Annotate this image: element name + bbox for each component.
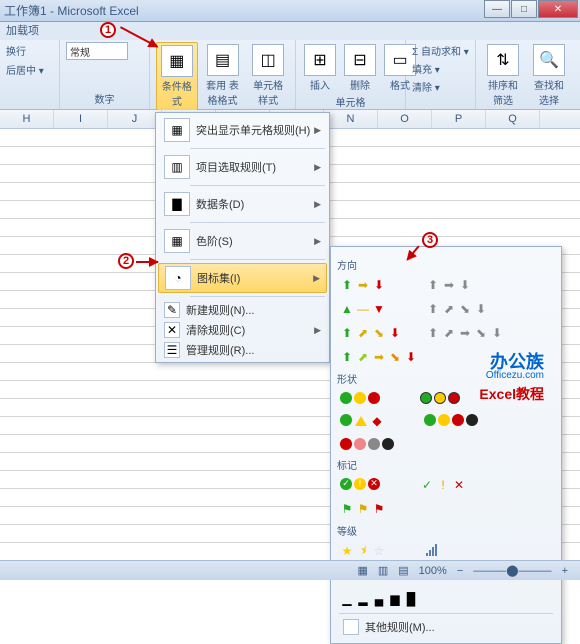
iconset-3triangles[interactable]: ▲—▼ bbox=[337, 299, 389, 319]
topbottom-icon: ▥ bbox=[164, 155, 190, 179]
column-header[interactable]: Q bbox=[486, 110, 540, 128]
cell-styles-icon: ◫ bbox=[252, 44, 284, 76]
number-format-combo[interactable]: 常规 bbox=[66, 42, 128, 60]
sort-filter-button[interactable]: ⇅排序和筛选 bbox=[482, 42, 524, 109]
ribbon-tab[interactable]: 加载项 bbox=[0, 22, 580, 40]
new-rule-item[interactable]: ✎新建规则(N)... bbox=[158, 300, 327, 320]
ratings-section: 等级 bbox=[337, 523, 555, 538]
iconset-3arrows-colored[interactable]: ⬆➡⬇ bbox=[337, 275, 389, 295]
group-numbers: 数字 bbox=[66, 91, 143, 107]
callout-2: 2 bbox=[118, 253, 134, 269]
sort-icon: ⇅ bbox=[487, 44, 519, 76]
zoom-in-button[interactable]: + bbox=[562, 565, 568, 577]
callout-1: 1 bbox=[100, 22, 116, 38]
iconset-5arrows-colored[interactable]: ⬆⬈➡⬊⬇ bbox=[337, 347, 421, 367]
iconset-redtoback[interactable] bbox=[337, 435, 397, 453]
find-select-button[interactable]: 🔍查找和选择 bbox=[528, 42, 570, 109]
column-header[interactable]: H bbox=[0, 110, 54, 128]
close-button[interactable]: ✕ bbox=[538, 0, 578, 18]
direction-section: 方向 bbox=[337, 257, 555, 272]
callout-arrow-2 bbox=[136, 261, 158, 263]
status-bar: ▦ ▥ ▤ 100% − ———⬤——— + bbox=[0, 560, 580, 580]
view-normal-icon[interactable]: ▦ bbox=[357, 564, 367, 577]
iconset-3stars[interactable]: ★⯨☆ bbox=[337, 541, 389, 561]
icon-sets-submenu: 方向 ⬆➡⬇ ⬆➡⬇ ▲—▼ ⬆⬈⬊⬇ ⬆⬈⬊⬇ ⬆⬈➡⬊⬇ ⬆⬈➡⬊⬇ 形状 … bbox=[330, 246, 562, 644]
zoom-level[interactable]: 100% bbox=[419, 565, 447, 577]
iconset-3symbols-circled[interactable]: ✓!✕ bbox=[337, 475, 383, 495]
submenu-arrow-icon: ▶ bbox=[313, 273, 320, 284]
group-cells: 单元格 bbox=[302, 94, 399, 110]
iconset-4arrows-colored[interactable]: ⬆⬈⬊⬇ bbox=[337, 323, 405, 343]
column-header[interactable]: N bbox=[324, 110, 378, 128]
manage-rules-item[interactable]: ☰管理规则(R)... bbox=[158, 340, 327, 360]
highlight-icon: ▦ bbox=[164, 118, 190, 142]
view-layout-icon[interactable]: ▥ bbox=[378, 564, 388, 577]
insert-icon: ⊞ bbox=[304, 44, 336, 76]
conditional-format-button[interactable]: ▦ 条件格式 bbox=[156, 42, 198, 111]
autosum-button[interactable]: Σ 自动求和 ▾ bbox=[412, 42, 469, 59]
clearrules-icon: ✕ bbox=[164, 322, 180, 338]
clear-rules-item[interactable]: ✕清除规则(C)▶ bbox=[158, 320, 327, 340]
conditional-format-menu: ▦突出显示单元格规则(H)▶ ▥项目选取规则(T)▶ ▇数据条(D)▶ ▦色阶(… bbox=[155, 112, 330, 363]
merge-button[interactable]: 后居中 ▾ bbox=[6, 61, 44, 78]
wrap-button[interactable]: 换行 bbox=[6, 42, 26, 59]
managerules-icon: ☰ bbox=[164, 342, 180, 358]
find-icon: 🔍 bbox=[533, 44, 565, 76]
clear-button[interactable]: 清除 ▾ bbox=[412, 78, 440, 95]
watermark-subtitle: Excel教程 bbox=[479, 384, 544, 404]
colorscales-icon: ▦ bbox=[164, 229, 190, 253]
submenu-arrow-icon: ▶ bbox=[314, 325, 321, 336]
callout-3: 3 bbox=[422, 232, 438, 248]
delete-icon: ⊟ bbox=[344, 44, 376, 76]
iconsets-icon: ◔ bbox=[165, 266, 191, 290]
iconset-4trafficlights[interactable] bbox=[421, 411, 481, 431]
databars-icon: ▇ bbox=[164, 192, 190, 216]
column-header[interactable]: P bbox=[432, 110, 486, 128]
newrule-icon: ✎ bbox=[164, 302, 180, 318]
window-title: 工作簿1 - Microsoft Excel bbox=[4, 2, 139, 19]
zoom-out-button[interactable]: − bbox=[457, 565, 463, 577]
column-header[interactable]: I bbox=[54, 110, 108, 128]
iconset-3symbols[interactable]: ✓!✕ bbox=[417, 475, 469, 495]
column-header[interactable]: J bbox=[108, 110, 162, 128]
zoom-slider[interactable]: ———⬤——— bbox=[473, 564, 551, 577]
watermark-url: Officezu.com bbox=[486, 370, 544, 381]
submenu-arrow-icon: ▶ bbox=[314, 236, 321, 247]
ribbon: 换行 后居中 ▾ 常规 数字 ▦ 条件格式 ▤ 套用 表格格式 ◫ 单元格样式 … bbox=[0, 40, 580, 110]
insert-button[interactable]: ⊞插入 bbox=[302, 42, 338, 94]
data-bars-item[interactable]: ▇数据条(D)▶ bbox=[158, 189, 327, 219]
more-rules-item[interactable]: 其他规则(M)... bbox=[337, 617, 555, 637]
top-bottom-rules-item[interactable]: ▥项目选取规则(T)▶ bbox=[158, 152, 327, 182]
minimize-button[interactable]: — bbox=[484, 0, 510, 18]
iconset-3trafficlights-rimmed[interactable] bbox=[417, 389, 463, 407]
iconset-3flags[interactable]: ⚑⚑⚑ bbox=[337, 499, 389, 519]
conditional-format-icon: ▦ bbox=[161, 45, 193, 77]
format-as-table-button[interactable]: ▤ 套用 表格格式 bbox=[202, 42, 244, 109]
color-scales-item[interactable]: ▦色阶(S)▶ bbox=[158, 226, 327, 256]
submenu-arrow-icon: ▶ bbox=[314, 162, 321, 173]
column-header[interactable]: O bbox=[378, 110, 432, 128]
iconset-5arrows-gray[interactable]: ⬆⬈➡⬊⬇ bbox=[423, 323, 507, 343]
iconset-4arrows-gray[interactable]: ⬆⬈⬊⬇ bbox=[423, 299, 491, 319]
iconset-4ratings[interactable] bbox=[423, 541, 440, 561]
view-pagebreak-icon[interactable]: ▤ bbox=[398, 564, 408, 577]
titlebar: 工作簿1 - Microsoft Excel — □ ✕ bbox=[0, 0, 580, 22]
highlight-rules-item[interactable]: ▦突出显示单元格规则(H)▶ bbox=[158, 115, 327, 145]
table-icon: ▤ bbox=[207, 44, 239, 76]
iconset-3arrows-gray[interactable]: ⬆➡⬇ bbox=[423, 275, 475, 295]
iconset-5boxes[interactable]: ▁▂▄▆█ bbox=[337, 589, 421, 609]
delete-button[interactable]: ⊟删除 bbox=[342, 42, 378, 94]
fill-button[interactable]: 填充 ▾ bbox=[412, 60, 440, 77]
submenu-arrow-icon: ▶ bbox=[314, 125, 321, 136]
indicators-section: 标记 bbox=[337, 457, 555, 472]
cell-styles-button[interactable]: ◫ 单元格样式 bbox=[247, 42, 289, 109]
maximize-button[interactable]: □ bbox=[511, 0, 537, 18]
iconset-3signs[interactable]: ◆ bbox=[337, 411, 387, 431]
submenu-arrow-icon: ▶ bbox=[314, 199, 321, 210]
iconset-3trafficlights[interactable] bbox=[337, 389, 383, 407]
more-icon bbox=[343, 619, 359, 635]
icon-sets-item[interactable]: ◔图标集(I)▶ bbox=[158, 263, 327, 293]
